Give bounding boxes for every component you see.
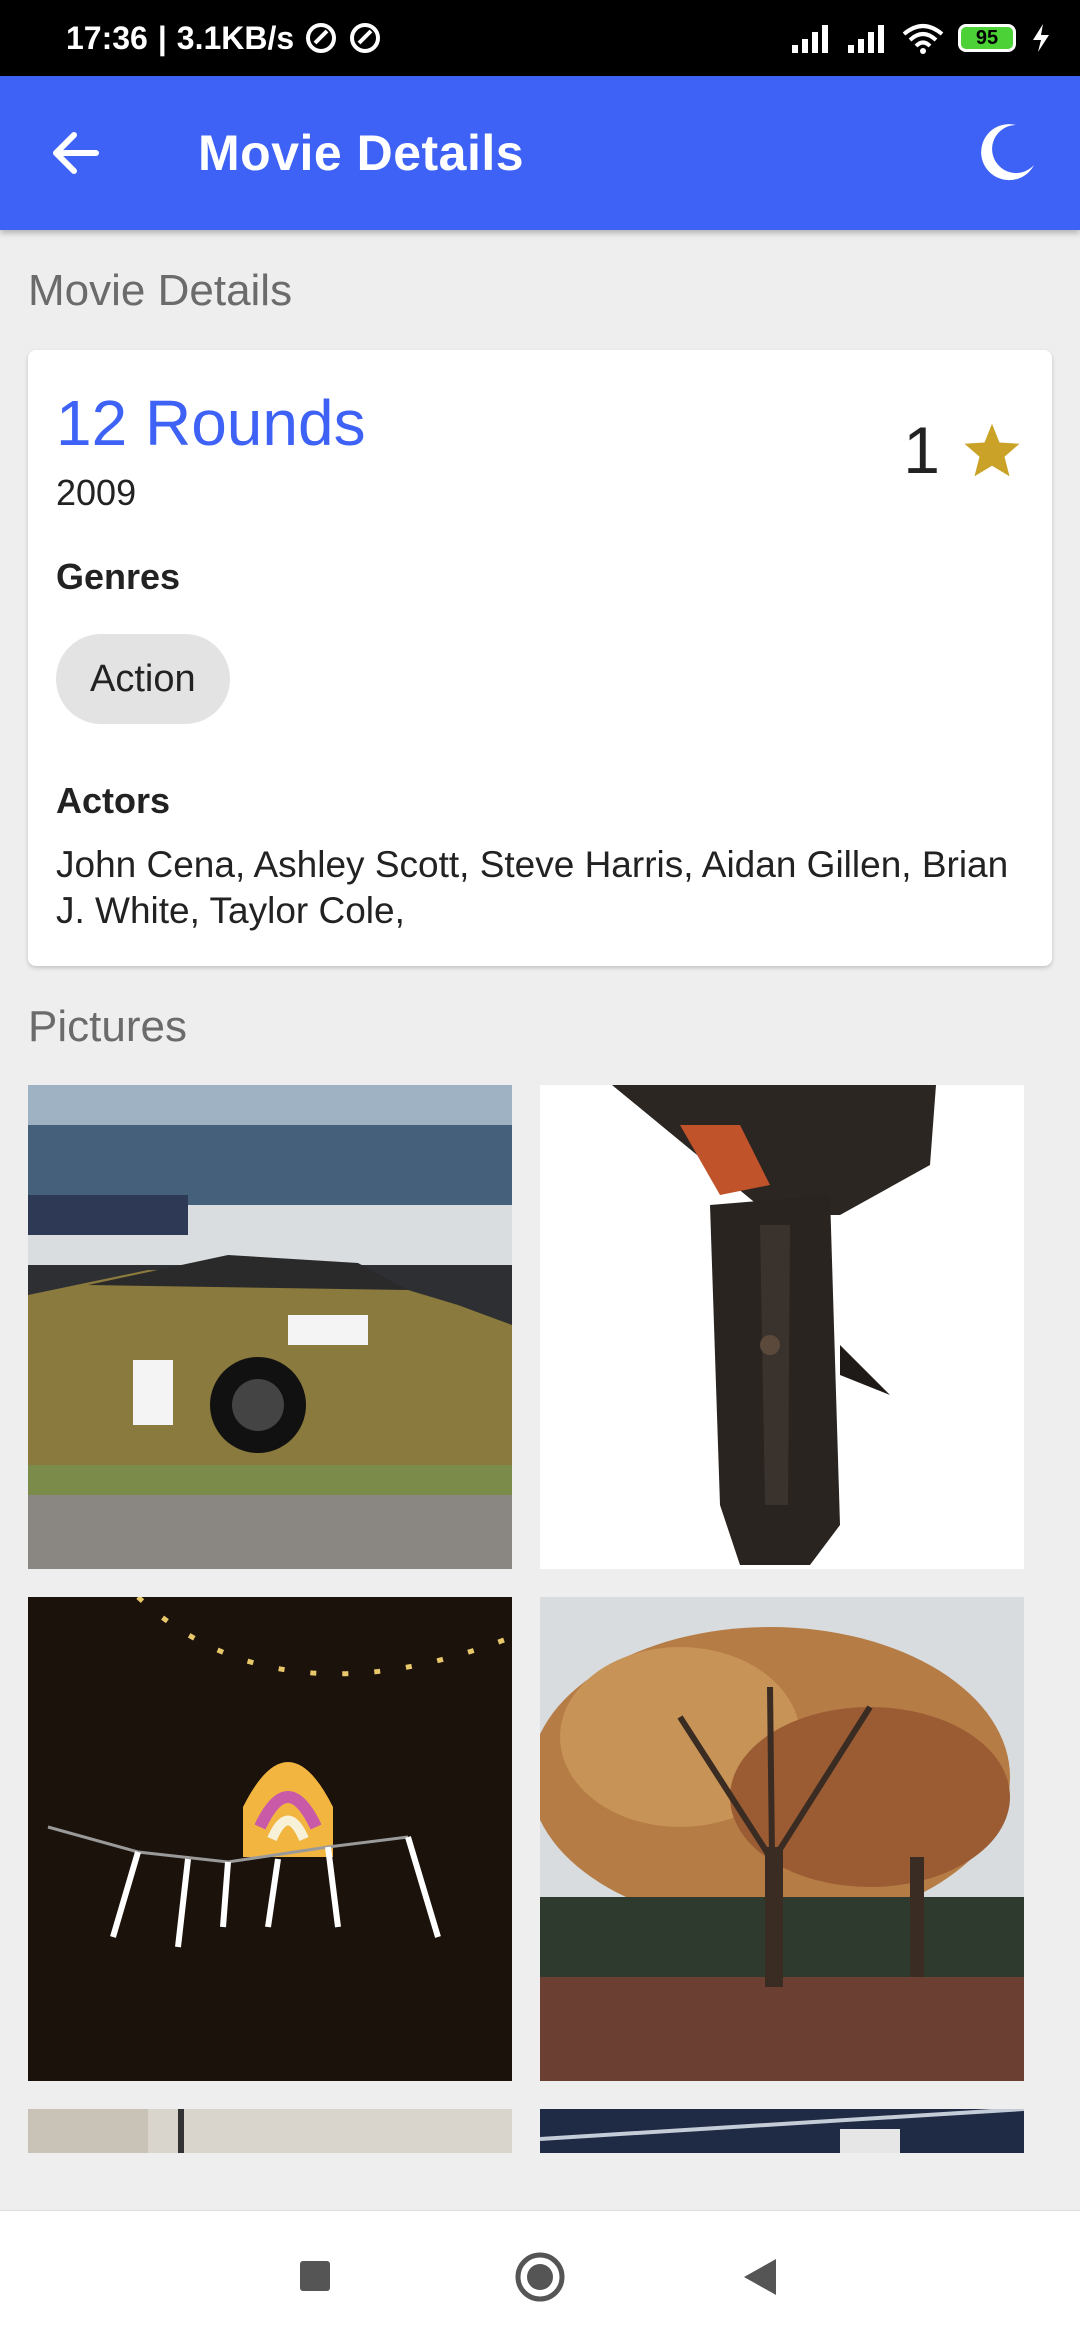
genres-label: Genres — [56, 556, 181, 597]
status-bar: 17:36 | 3.1KB/s 95 — [0, 0, 1080, 76]
pictures-section-title: Pictures — [28, 1002, 187, 1051]
genre-chip[interactable]: Action — [56, 634, 230, 724]
actors-label: Actors — [56, 780, 171, 821]
movie-year: 2009 — [56, 472, 137, 513]
charging-icon — [1033, 24, 1049, 52]
status-time: 17:36 — [66, 19, 148, 56]
recent-apps-icon[interactable] — [298, 2259, 332, 2293]
status-left: 17:36 | 3.1KB/s — [66, 0, 382, 76]
system-navigation-bar — [0, 2210, 1080, 2341]
rating: 1 — [903, 412, 1022, 488]
status-right: 95 — [790, 0, 1052, 76]
movie-title: 12 Rounds — [56, 387, 366, 459]
back-icon[interactable] — [742, 2257, 778, 2297]
movie-details-card: 12 Rounds 2009 1 Genres Action Actors Jo… — [28, 350, 1052, 966]
app-bar: Movie Details — [0, 76, 1080, 230]
picture-holster[interactable] — [540, 1085, 1024, 1569]
details-section-title: Movie Details — [28, 266, 293, 315]
arrow-left-icon[interactable] — [44, 121, 108, 185]
picture-lantern[interactable] — [28, 1597, 512, 2081]
home-icon[interactable] — [514, 2251, 566, 2303]
moon-icon[interactable] — [972, 119, 1040, 187]
battery-indicator: 95 — [958, 24, 1016, 52]
signal-icon — [792, 25, 828, 53]
status-separator: | — [157, 19, 167, 56]
star-icon — [964, 423, 1020, 477]
picture-autumn-tree[interactable] — [540, 1597, 1024, 2081]
notification-icon-2 — [350, 23, 381, 53]
actors-list: John Cena, Ashley Scott, Steve Harris, A… — [56, 844, 1009, 931]
picture-partial-2[interactable] — [540, 2109, 1024, 2153]
app-bar-title: Movie Details — [198, 125, 525, 181]
signal-icon-2 — [848, 25, 884, 53]
picture-race-car[interactable] — [28, 1085, 512, 1569]
picture-partial-1[interactable] — [28, 2109, 512, 2153]
wifi-icon — [902, 24, 944, 54]
notification-icon — [306, 23, 337, 53]
rating-value: 1 — [903, 413, 940, 487]
status-network-speed: 3.1KB/s — [176, 19, 295, 56]
